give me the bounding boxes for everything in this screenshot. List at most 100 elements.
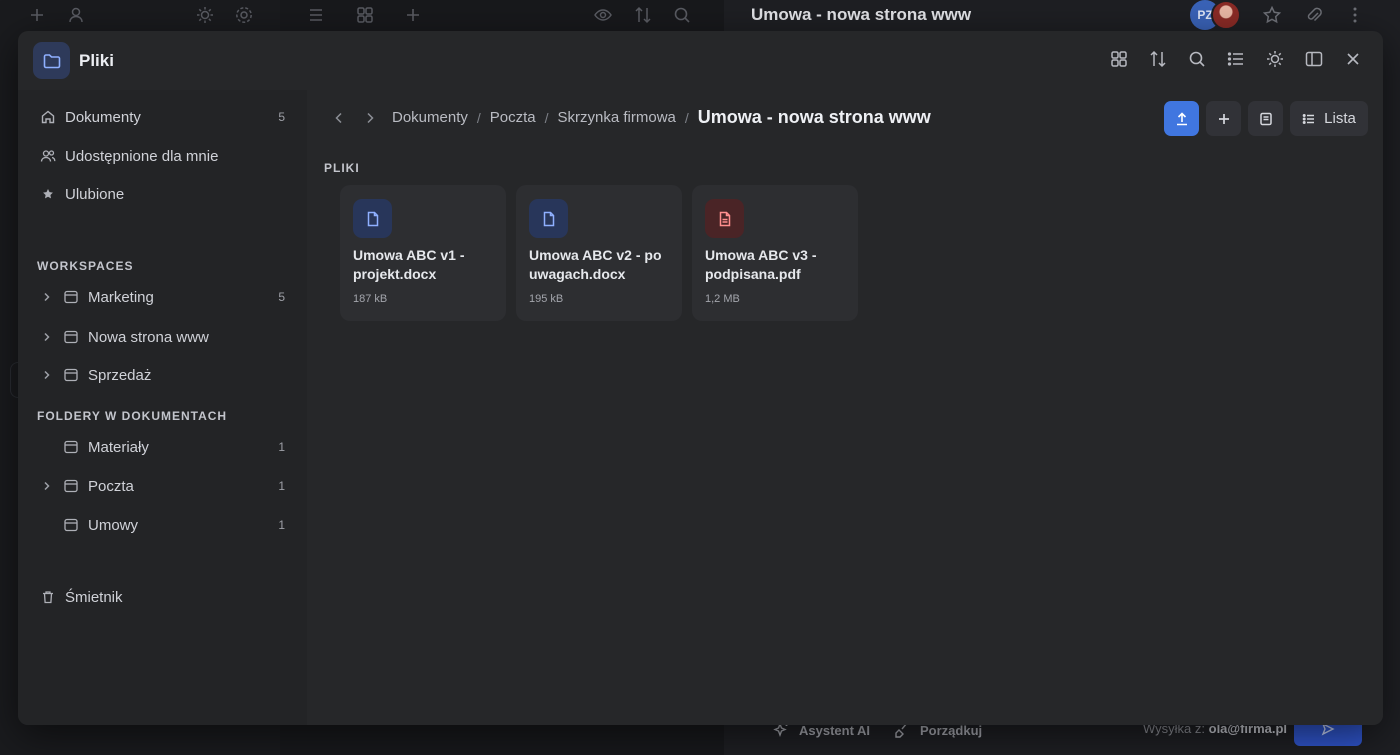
folder-icon [63,478,79,494]
workspace-item-sprzedaz[interactable]: Sprzedaż [18,358,307,392]
chevron-right-icon[interactable] [40,290,54,304]
breadcrumb-separator: / [476,109,481,126]
folder-icon [33,42,70,79]
chevron-right-icon[interactable] [40,330,54,344]
eye-icon[interactable] [593,5,613,25]
settings-icon[interactable] [234,5,254,25]
brightness-icon[interactable] [1265,49,1285,69]
view-mode-label: Lista [1324,110,1356,127]
star-icon [40,186,56,202]
search-icon[interactable] [1187,49,1207,69]
folder-icon [63,289,79,305]
file-size: 1,2 MB [705,293,740,305]
folder-item-poczta[interactable]: Poczta 1 [18,469,307,503]
plus-icon [1216,111,1232,127]
upload-button[interactable] [1164,101,1199,136]
list-icon [1302,112,1316,126]
paperclip-icon[interactable] [1304,5,1324,25]
modal-header: Pliki [18,31,1383,90]
folder-label: Umowy [88,516,139,534]
sidebar-item-label: Śmietnik [65,588,123,606]
grid-view-icon[interactable] [1109,49,1129,69]
folder-item-materialy[interactable]: Materiały 1 [18,430,307,464]
breadcrumb-item[interactable]: Dokumenty [392,109,468,126]
file-size: 195 kB [529,293,564,305]
chevron-right-icon[interactable] [40,479,54,493]
back-arrow-icon[interactable] [331,110,347,126]
workspace-label: Nowa strona www [88,328,209,346]
workspaces-heading: WORKSPACES [37,259,134,273]
file-card[interactable]: Umowa ABC v3 - podpisana.pdf 1,2 MB [692,185,858,321]
item-count: 1 [278,440,285,454]
files-content: Dokumenty / Poczta / Skrzynka firmowa / … [307,90,1383,725]
upload-icon [1174,111,1190,127]
add-folder-button[interactable] [1206,101,1241,136]
folder-icon [63,439,79,455]
note-icon [1258,111,1274,127]
sidebar-item-favorites[interactable]: Ulubione [18,177,307,211]
breadcrumb-item[interactable]: Poczta [490,109,536,126]
document-icon [353,199,392,238]
file-card[interactable]: Umowa ABC v1 - projekt.docx 187 kB [340,185,506,321]
folder-label: Poczta [88,477,134,495]
background-title: Umowa - nowa strona www [751,5,972,24]
file-name: Umowa ABC v3 - podpisana.pdf [705,247,817,282]
avatar-photo[interactable] [1211,0,1241,30]
breadcrumb-separator: / [544,109,549,126]
pdf-icon [705,199,744,238]
files-heading: PLIKI [324,161,360,175]
doc-folders-heading: FOLDERY W DOKUMENTACH [37,409,228,423]
workspace-item-nowa-strona[interactable]: Nowa strona www [18,320,307,354]
grid-icon[interactable] [355,5,375,25]
list-icon[interactable] [1226,49,1246,69]
files-sidebar: Dokumenty 5 Udostępnione dla mnie Ulubio… [18,90,307,725]
breadcrumb: Dokumenty / Poczta / Skrzynka firmowa / … [392,107,931,128]
header-toolbar [1109,49,1363,69]
modal-title: Pliki [79,51,114,70]
file-size: 187 kB [353,293,388,305]
sort-icon[interactable] [633,5,653,25]
sidebar-item-label: Dokumenty [65,108,141,126]
files-modal: Pliki Dokumenty 5 Udostępnione dla mnie … [18,31,1383,725]
file-name: Umowa ABC v2 - po uwagach.docx [529,247,662,282]
folder-icon [63,517,79,533]
workspace-label: Sprzedaż [88,366,152,384]
new-note-button[interactable] [1248,101,1283,136]
folder-icon [63,367,79,383]
sidebar-item-label: Udostępnione dla mnie [65,147,219,165]
folder-item-umowy[interactable]: Umowy 1 [18,508,307,542]
more-vertical-icon[interactable] [1345,5,1365,25]
forward-arrow-icon[interactable] [362,110,378,126]
content-actions: Lista [1164,101,1368,136]
item-count: 1 [278,479,285,493]
breadcrumb-separator: / [684,109,689,126]
sidebar-item-trash[interactable]: Śmietnik [18,580,307,614]
users-icon [40,148,56,164]
document-icon [529,199,568,238]
sidebar-toggle-icon[interactable] [1304,49,1324,69]
item-count: 1 [278,518,285,532]
workspace-label: Marketing [88,288,154,306]
sort-icon[interactable] [1148,49,1168,69]
close-icon[interactable] [1343,49,1363,69]
plus-icon[interactable] [27,5,47,25]
workspace-item-marketing[interactable]: Marketing 5 [18,280,307,314]
user-icon[interactable] [66,5,86,25]
chevron-right-icon[interactable] [40,368,54,382]
folder-icon [63,329,79,345]
file-card[interactable]: Umowa ABC v2 - po uwagach.docx 195 kB [516,185,682,321]
breadcrumb-item[interactable]: Skrzynka firmowa [558,109,676,126]
star-icon[interactable] [1262,5,1282,25]
file-name: Umowa ABC v1 - projekt.docx [353,247,465,282]
sidebar-item-documents[interactable]: Dokumenty 5 [18,100,307,134]
sidebar-item-shared[interactable]: Udostępnione dla mnie [18,139,307,173]
view-mode-button[interactable]: Lista [1290,101,1368,136]
search-icon[interactable] [672,5,692,25]
sun-icon[interactable] [195,5,215,25]
add-icon[interactable] [403,5,423,25]
item-count: 5 [278,290,285,304]
breadcrumb-current: Umowa - nowa strona www [697,107,931,127]
sidebar-item-label: Ulubione [65,185,125,203]
collapse-icon[interactable] [306,5,326,25]
trash-icon [40,589,56,605]
